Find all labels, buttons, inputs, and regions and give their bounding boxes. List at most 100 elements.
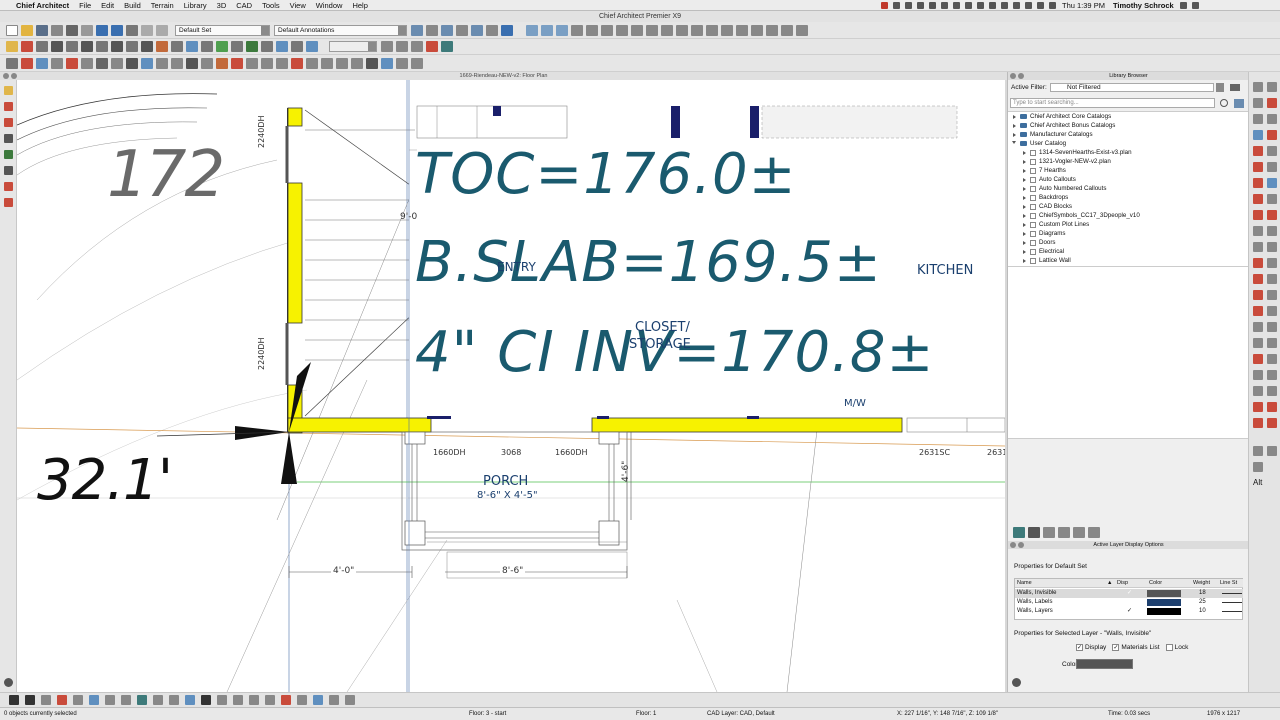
toolbar-icon[interactable] [335, 57, 348, 69]
wifi-icon[interactable] [1024, 2, 1032, 9]
print-icon[interactable] [65, 24, 78, 36]
layer-color-swatch[interactable] [1147, 599, 1181, 606]
camera-icon[interactable] [555, 24, 568, 36]
toolbar-icon[interactable] [1253, 274, 1263, 284]
toolbar-icon[interactable] [329, 695, 339, 705]
toolbar-icon[interactable] [1267, 258, 1277, 268]
toolbar-icon[interactable] [4, 182, 13, 191]
toolbar-icon[interactable] [260, 57, 273, 69]
toolbar-icon[interactable] [4, 134, 13, 143]
tray-icon[interactable] [988, 2, 996, 9]
settings-icon[interactable] [4, 678, 13, 687]
toolbar-icon[interactable] [65, 57, 78, 69]
toolbar-icon[interactable] [1267, 130, 1277, 140]
toolbar-icon[interactable] [233, 695, 243, 705]
toolbar-icon[interactable] [1267, 210, 1277, 220]
library-item[interactable]: Chief Architect Core Catalogs [1008, 112, 1249, 121]
toolbar-icon[interactable] [410, 24, 423, 36]
toolbar-icon[interactable] [1253, 82, 1263, 92]
toolbar-icon[interactable] [95, 57, 108, 69]
zoom-icon[interactable] [305, 41, 318, 52]
toolbar-icon[interactable] [1267, 370, 1277, 380]
toolbar-icon[interactable] [1267, 446, 1277, 456]
toolbar-icon[interactable] [395, 41, 408, 52]
expand-icon[interactable] [1023, 168, 1026, 173]
menu-view[interactable]: View [285, 1, 311, 10]
layer-row[interactable]: Walls, Layers ✓ 10 [1015, 607, 1243, 616]
toolbar-icon[interactable] [9, 695, 19, 705]
toolbar-icon[interactable] [155, 41, 168, 52]
menu-edit[interactable]: Edit [96, 1, 119, 10]
toolbar-icon[interactable] [1253, 146, 1263, 156]
toolbar-icon[interactable] [470, 24, 483, 36]
menu-window[interactable]: Window [311, 1, 348, 10]
open-icon[interactable] [20, 24, 33, 36]
library-item[interactable]: Diagrams [1008, 229, 1249, 238]
expand-icon[interactable] [1023, 186, 1026, 191]
toolbar-icon[interactable] [305, 57, 318, 69]
layer-color-swatch[interactable] [1147, 590, 1181, 597]
toolbar-icon[interactable] [425, 24, 438, 36]
toolbar-icon[interactable] [1253, 258, 1263, 268]
toolbar-icon[interactable] [265, 695, 275, 705]
toolbar-icon[interactable] [200, 41, 213, 52]
menu-build[interactable]: Build [119, 1, 146, 10]
expand-icon[interactable] [1023, 150, 1026, 155]
toolbar-icon[interactable] [1253, 386, 1263, 396]
toolbar-icon[interactable] [750, 24, 763, 36]
toolbar-icon[interactable] [1253, 322, 1263, 332]
toolbar-icon[interactable] [660, 24, 673, 36]
toolbar-icon[interactable] [1253, 290, 1263, 300]
annotation-set-select[interactable]: Default Annotations [274, 24, 407, 36]
toolbar-icon[interactable] [410, 57, 423, 69]
toolbar-icon[interactable] [1267, 82, 1277, 92]
lock-checkbox[interactable] [1165, 644, 1173, 651]
library-item[interactable]: 1321-Vogler-NEW-v2.plan [1008, 157, 1249, 166]
toolbar-icon[interactable] [600, 24, 613, 36]
library-item[interactable]: Auto Numbered Callouts [1008, 184, 1249, 193]
toolbar-icon[interactable] [153, 695, 163, 705]
toolbar-icon[interactable] [4, 150, 13, 159]
toolbar-icon[interactable] [20, 57, 33, 69]
toolbar-icon[interactable] [95, 41, 108, 52]
search-icon[interactable] [1180, 2, 1188, 9]
select-icon[interactable] [140, 24, 153, 36]
toolbar-icon[interactable] [215, 41, 228, 52]
library-item[interactable]: 7 Hearths [1008, 166, 1249, 175]
toolbar-icon[interactable] [57, 695, 67, 705]
expand-icon[interactable] [1013, 132, 1016, 137]
toolbar-icon[interactable] [73, 695, 83, 705]
toolbar-icon[interactable] [313, 695, 323, 705]
toolbar-icon[interactable] [675, 24, 688, 36]
toolbar-icon[interactable] [170, 57, 183, 69]
toolbar-icon[interactable] [4, 102, 13, 111]
toolbar-icon[interactable] [185, 57, 198, 69]
library-item[interactable]: Custom Plot Lines [1008, 220, 1249, 229]
toolbar-icon[interactable] [1267, 146, 1277, 156]
toolbar-icon[interactable] [1267, 194, 1277, 204]
toolbar-icon[interactable] [121, 695, 131, 705]
toolbar-icon[interactable] [1012, 527, 1025, 538]
tray-icon[interactable] [952, 2, 960, 9]
toolbar-icon[interactable] [1267, 274, 1277, 284]
toolbar-icon[interactable] [200, 57, 213, 69]
library-item[interactable]: ChiefSymbols_CC17_3Dpeople_v10 [1008, 211, 1249, 220]
toolbar-icon[interactable] [245, 57, 258, 69]
toolbar-icon[interactable] [50, 57, 63, 69]
toolbar-icon[interactable] [230, 57, 243, 69]
toolbar-icon[interactable] [1267, 114, 1277, 124]
toolbar-icon[interactable] [65, 41, 78, 52]
toolbar-icon[interactable] [41, 695, 51, 705]
toolbar-icon[interactable] [4, 118, 13, 127]
chevron-down-icon[interactable] [1216, 83, 1224, 92]
toolbar-icon[interactable] [275, 57, 288, 69]
toolbar-icon[interactable] [795, 24, 808, 36]
toolbar-icon[interactable] [380, 57, 393, 69]
toolbar-icon[interactable] [89, 695, 99, 705]
library-item[interactable]: Auto Callouts [1008, 175, 1249, 184]
toolbar-icon[interactable] [25, 695, 35, 705]
close-panel-icon[interactable] [1010, 542, 1016, 548]
floor-plan-canvas[interactable]: 172 32.1' TOC=176.0± B.SLAB=169.5± 4" CI… [17, 80, 1005, 692]
toolbar-icon[interactable] [1267, 290, 1277, 300]
menu-tools[interactable]: Tools [257, 1, 285, 10]
